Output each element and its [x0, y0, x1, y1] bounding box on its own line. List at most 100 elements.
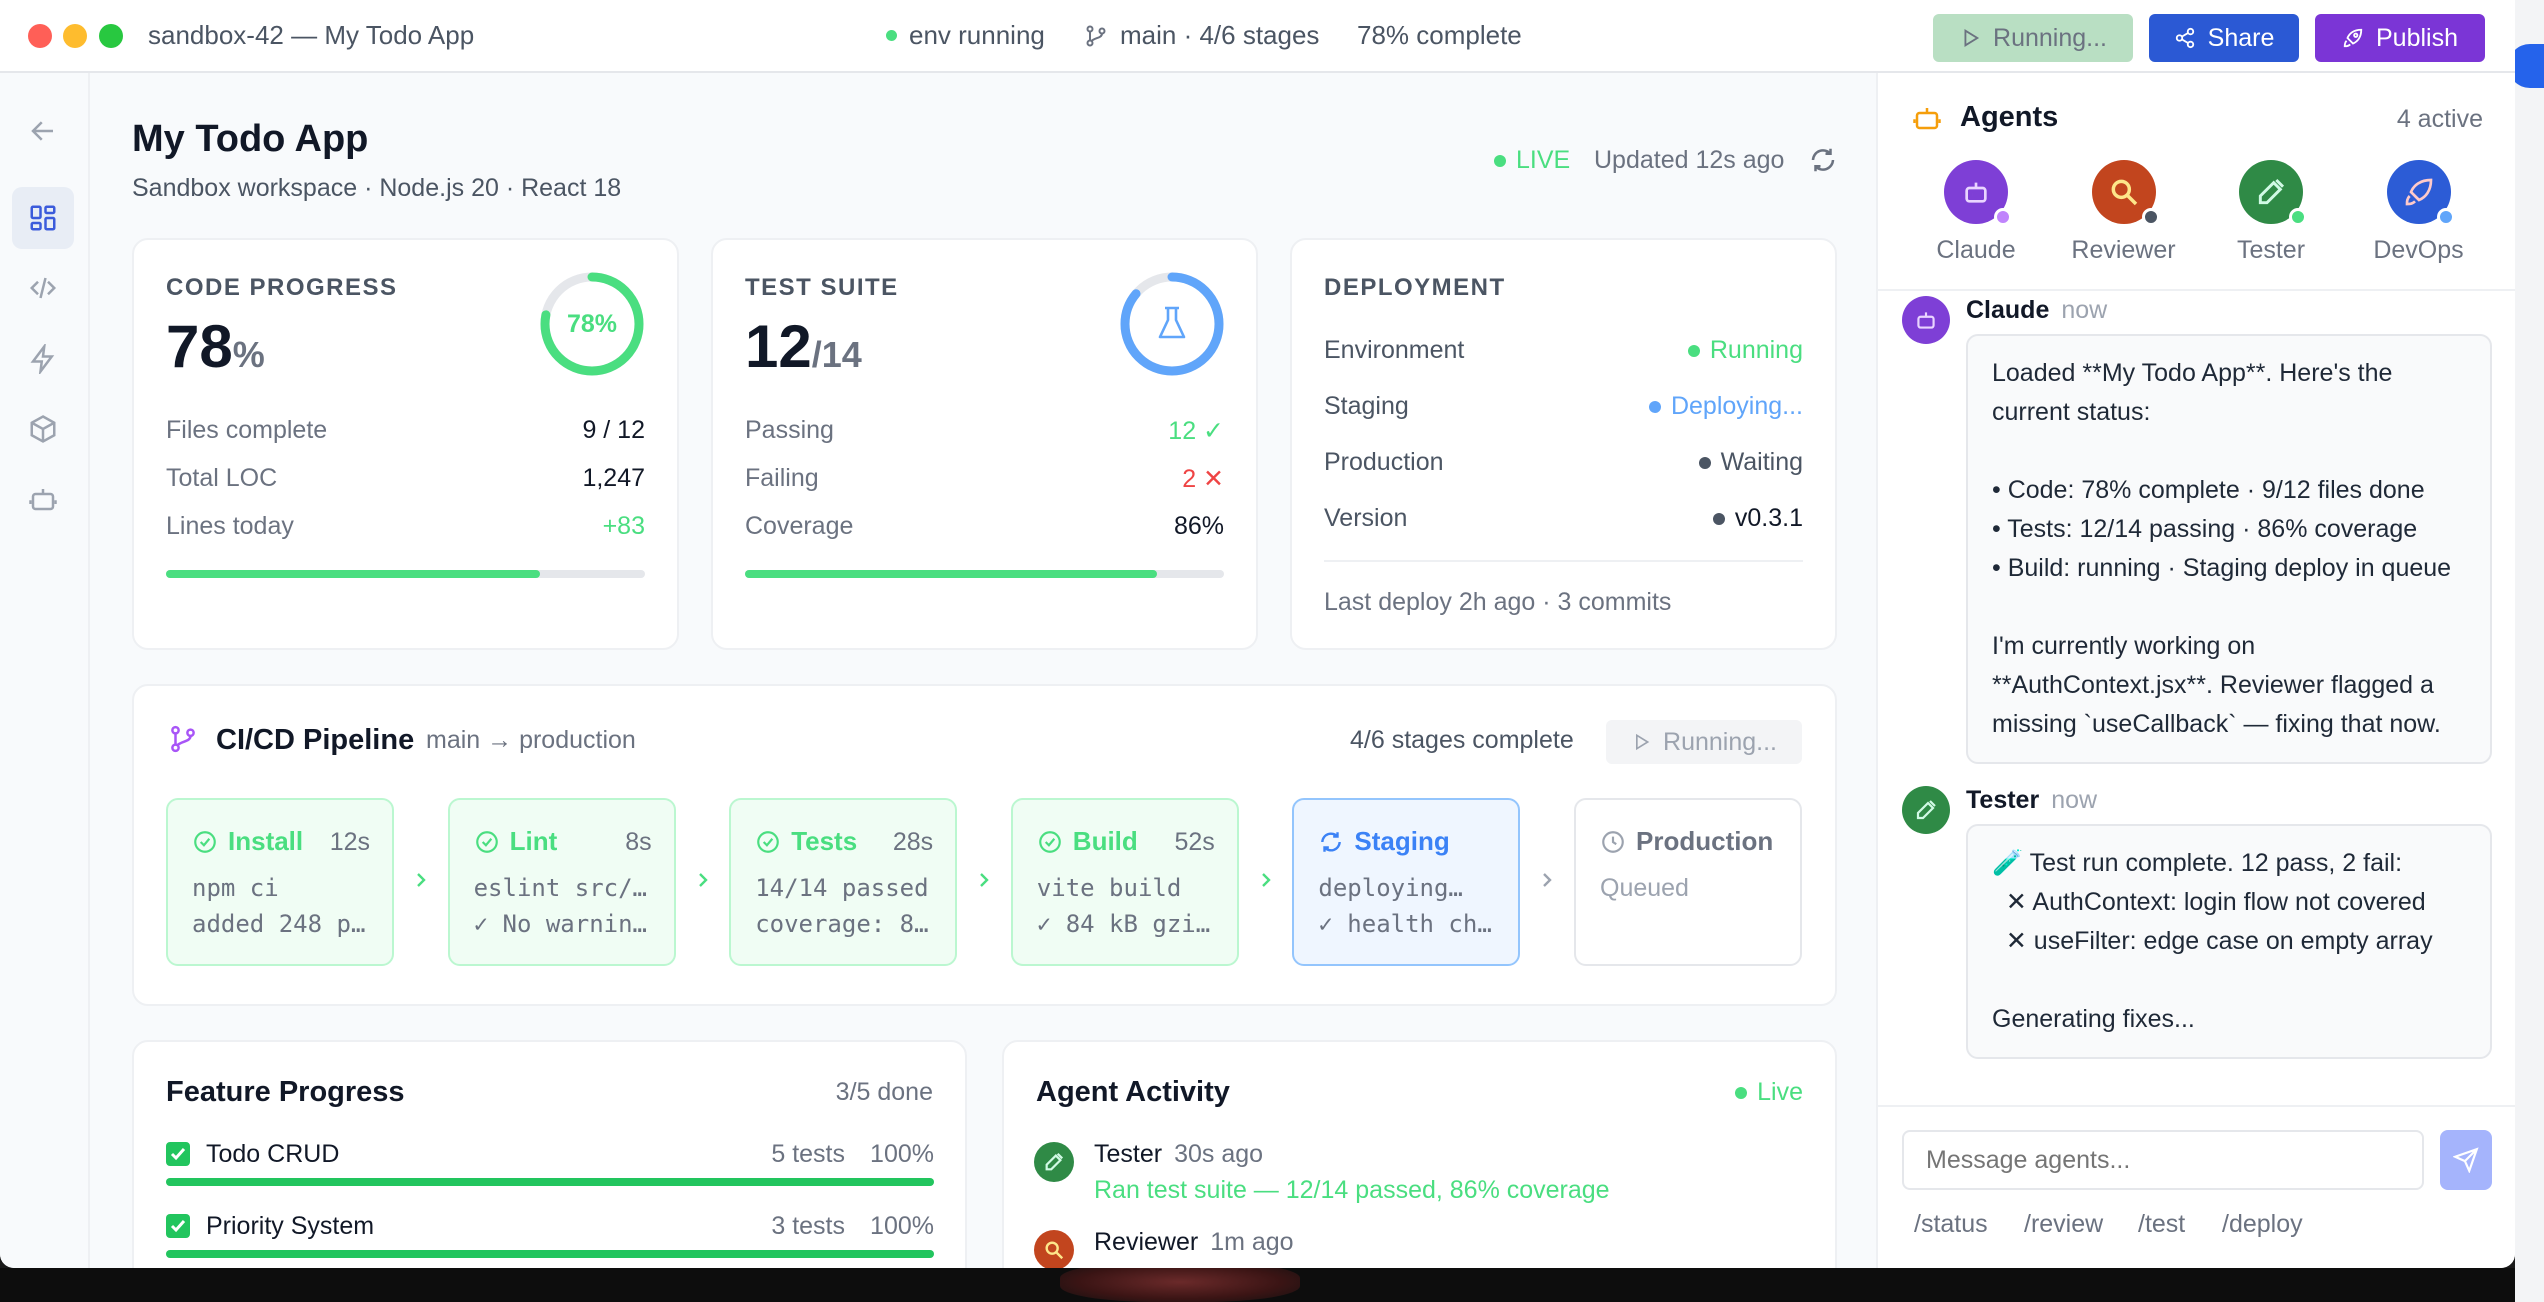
stage-header: Staging	[1318, 826, 1450, 857]
pipeline-running-label: Running...	[1663, 727, 1777, 756]
back-button[interactable]	[12, 100, 74, 162]
activity-avatar	[1034, 1142, 1074, 1182]
agent-avatar-tester[interactable]	[2239, 160, 2307, 226]
bot-icon	[1913, 108, 1941, 130]
stage-name: Lint	[509, 826, 558, 856]
status-dot	[1698, 456, 1711, 469]
live-dot	[1494, 154, 1506, 167]
test-suite-ring	[1120, 272, 1224, 376]
deployment-row-text: Deploying...	[1670, 392, 1803, 420]
package-icon	[30, 415, 56, 443]
pipeline-running-button[interactable]: Running...	[1606, 720, 1802, 764]
stat-label: Files complete	[166, 416, 328, 444]
stage-duration: 52s	[1174, 828, 1215, 856]
status-dot	[1687, 344, 1700, 357]
chevron-right-icon	[1257, 868, 1275, 892]
message-line: • Build: running · Staging deploy in que…	[1992, 554, 2452, 582]
agents-count: 4 active	[2396, 105, 2483, 133]
running-button[interactable]: Running...	[1933, 14, 2133, 62]
activity-text: Ran test suite — 12/14 passed, 86% cover…	[1094, 1176, 1610, 1204]
page-title: My Todo App	[132, 118, 369, 160]
send-button[interactable]	[2440, 1130, 2492, 1190]
message-line: ✕ AuthContext: login flow not covered	[1992, 888, 2426, 916]
message-line: Generating fixes...	[1992, 1005, 2195, 1033]
activity-time: 1m ago	[1210, 1228, 1294, 1256]
agent-avatar-claude[interactable]	[1944, 160, 2012, 226]
play-icon	[1964, 29, 1980, 47]
sync-icon	[1318, 829, 1344, 855]
stage-header: Production	[1600, 826, 1773, 857]
check-circle-icon	[1037, 829, 1063, 855]
nav-agents[interactable]	[12, 468, 74, 530]
agent-status-dot	[1994, 208, 2012, 226]
pipeline-route: main → production	[426, 726, 636, 754]
left-nav-rail	[0, 73, 90, 1268]
pipeline-stage-install[interactable]: Install 12s npm ci added 248 p…	[166, 798, 394, 966]
agent-status-dot	[2436, 208, 2455, 226]
message-line: • Code: 78% complete · 9/12 files done	[1992, 476, 2425, 504]
activity-header: Tester 30s ago	[1094, 1140, 1263, 1169]
code-progress-value: 78%	[166, 312, 265, 381]
composer-divider	[1878, 1105, 2515, 1107]
minimize-window-button[interactable]	[63, 24, 87, 48]
share-button[interactable]: Share	[2149, 14, 2299, 62]
quick-command-deploy[interactable]: /deploy	[2222, 1210, 2303, 1239]
deployment-footer: Last deploy 2h ago · 3 commits	[1324, 588, 1672, 616]
play-icon	[1636, 733, 1650, 751]
completion-status: 78% complete	[1357, 20, 1522, 50]
deployment-label: DEPLOYMENT	[1324, 274, 1506, 301]
deployment-divider	[1324, 560, 1803, 562]
feature-bar-fill	[166, 1250, 934, 1258]
pipeline-summary: 4/6 stages complete	[1350, 726, 1574, 754]
maximize-window-button[interactable]	[99, 24, 123, 48]
running-button-label: Running...	[1993, 23, 2107, 52]
nav-dashboard[interactable]	[12, 187, 74, 249]
nav-actions[interactable]	[12, 328, 74, 390]
pipeline-stage-production[interactable]: Production Queued	[1574, 798, 1802, 966]
feature-tests: 3 tests	[771, 1212, 845, 1240]
code-icon	[29, 277, 57, 299]
pipeline-stage-staging[interactable]: Staging deploying… ✓ health ch…	[1292, 798, 1521, 966]
deployment-row-label: Staging	[1324, 392, 1409, 420]
pipeline-stage-tests[interactable]: Tests 28s 14/14 passed coverage: 8…	[729, 798, 958, 966]
deployment-row-value: Waiting	[1698, 448, 1803, 477]
code-progress-label: CODE PROGRESS	[166, 274, 398, 301]
feature-tests: 5 tests	[771, 1140, 845, 1168]
publish-button[interactable]: Publish	[2315, 14, 2485, 62]
agent-avatar-reviewer[interactable]	[2091, 160, 2160, 226]
git-branch-icon	[171, 725, 195, 753]
feature-progress-summary: 3/5 done	[835, 1078, 933, 1106]
refresh-icon[interactable]	[1808, 145, 1838, 175]
stage-log-line: 14/14 passed	[755, 874, 929, 902]
quick-command-test[interactable]: /test	[2138, 1210, 2185, 1239]
test-suite-label: TEST SUITE	[745, 274, 899, 301]
title-bar: sandbox-42 — My Todo App env running mai…	[0, 0, 2515, 73]
agent-name: Claude	[1936, 236, 2016, 264]
pipeline-stage-build[interactable]: Build 52s vite build ✓ 84 kB gzi…	[1010, 798, 1239, 966]
pipeline-stage-lint[interactable]: Lint 8s eslint src/… ✓ No warnin…	[447, 798, 676, 966]
agent-avatar-devops[interactable]	[2386, 160, 2455, 226]
stage-name: Staging	[1354, 826, 1450, 856]
share-button-label: Share	[2207, 23, 2275, 52]
message-input[interactable]	[1902, 1130, 2424, 1190]
feature-name: Todo CRUD	[206, 1140, 340, 1168]
message-line: **AuthContext.jsx**. Reviewer flagged a	[1992, 671, 2434, 699]
code-progress-ring-label: 78%	[567, 310, 617, 338]
stage-log-line: ✓ No warnin…	[473, 910, 647, 938]
agent-name: Tester	[2236, 236, 2306, 264]
quick-command-review[interactable]: /review	[2024, 1210, 2103, 1239]
nav-packages[interactable]	[12, 398, 74, 460]
chevron-right-icon	[412, 868, 430, 892]
stage-name: Build	[1072, 826, 1138, 856]
deployment-row-label: Environment	[1324, 336, 1465, 364]
nav-code[interactable]	[12, 257, 74, 319]
message-avatar	[1902, 786, 1950, 834]
close-window-button[interactable]	[28, 24, 52, 48]
status-dot	[1648, 400, 1661, 413]
activity-live-dot	[1735, 1086, 1748, 1099]
stage-header: Tests	[755, 826, 857, 857]
rocket-icon	[2403, 176, 2435, 208]
message-line: 🧪 Test run complete. 12 pass, 2 fail:	[1992, 849, 2403, 877]
message-author-name: Tester	[1966, 786, 2040, 814]
quick-command-status[interactable]: /status	[1914, 1210, 1988, 1239]
